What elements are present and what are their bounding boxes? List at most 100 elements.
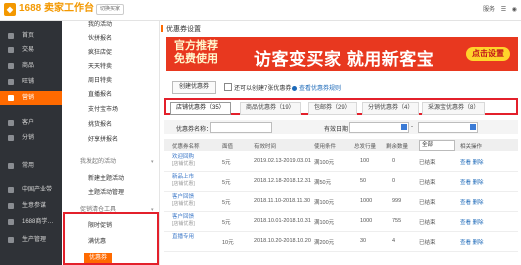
tab-coupon-type-0[interactable]: 店铺优惠券（35） bbox=[170, 102, 231, 115]
column-header: 总发行量 bbox=[354, 144, 377, 150]
nav-item-3[interactable]: shop-icon 旺铺 bbox=[0, 75, 62, 89]
calendar-icon[interactable] bbox=[401, 124, 407, 130]
nav-icon: advisor-icon bbox=[8, 203, 14, 209]
nav-item-label: 生意参谋 bbox=[22, 203, 47, 209]
sub-nav-item[interactable]: 新建主题活动 bbox=[88, 175, 124, 183]
promo-banner[interactable]: 官方推荐 免费使用 访客变买家 就用新客宝 点击设置 bbox=[166, 37, 518, 71]
nav-item-8[interactable]: industry-icon 中国产业带 bbox=[0, 183, 62, 197]
cell-remain: 0 bbox=[392, 178, 396, 184]
nav-icon: customer-icon bbox=[8, 120, 14, 126]
coupon-name-cell: 客户回馈 [店铺优惠] bbox=[172, 214, 195, 228]
create-coupon-button[interactable]: 创建优惠券 bbox=[172, 81, 217, 94]
sub-nav-item[interactable]: 天天特卖 bbox=[88, 63, 112, 71]
view-rules-label: 查看优惠券规则 bbox=[299, 86, 342, 92]
row-actions[interactable]: 查看 删除 bbox=[460, 238, 484, 246]
coupon-name-cell: 欢迎回购 [店铺优惠] bbox=[172, 154, 195, 168]
chevron-down-icon[interactable]: ▾ bbox=[151, 159, 154, 165]
service-link[interactable]: 服务 bbox=[483, 7, 495, 13]
row-actions[interactable]: 查看 删除 bbox=[460, 178, 484, 186]
user-icon[interactable]: ◉ bbox=[512, 7, 517, 13]
nav-item-7[interactable]: star-icon 常用 bbox=[0, 159, 62, 173]
sub-nav-item[interactable]: 挑货报名 bbox=[88, 121, 112, 129]
cell-time: 2018.10.01-2018.10.31 bbox=[254, 218, 311, 224]
nav-icon: industry-icon bbox=[8, 187, 14, 193]
nav-item-label: 常用 bbox=[22, 163, 35, 169]
remaining-quota: 还可以创建7张优惠券 bbox=[224, 83, 291, 92]
view-rules-link[interactable]: 查看优惠券规则 bbox=[292, 83, 341, 92]
cell-condition: 满200元 bbox=[314, 240, 335, 246]
date-to-input[interactable] bbox=[418, 122, 478, 133]
nav-item-1[interactable]: trade-icon 交易 bbox=[0, 43, 62, 57]
sub-nav-item[interactable]: 伙拼报名 bbox=[88, 35, 112, 43]
switch-buyer-button[interactable]: 切换买家 bbox=[96, 4, 125, 15]
nav-icon: distribution-icon bbox=[8, 135, 14, 141]
nav-item-11[interactable]: production-icon 生产管理 bbox=[0, 233, 62, 247]
nav-item-label: 交易 bbox=[22, 47, 35, 53]
cell-value: 10元 bbox=[222, 240, 234, 246]
coupon-name-cell: 新品上市 [店铺优惠] bbox=[172, 174, 195, 188]
sub-nav-item[interactable]: 支付宝市场 bbox=[88, 106, 118, 114]
sub-nav-item[interactable]: 疯狂店促 bbox=[88, 49, 112, 57]
nav-item-4[interactable]: marketing-icon 营销 bbox=[0, 91, 62, 105]
sub-nav-item[interactable]: 直播报名 bbox=[88, 91, 112, 99]
tab-coupon-type-2[interactable]: 包邮券（29） bbox=[308, 102, 357, 115]
nav-item-label: 1688商学… bbox=[22, 219, 54, 225]
nav-item-6[interactable]: distribution-icon 分销 bbox=[0, 131, 62, 145]
banner-headline: 访客变买家 就用新客宝 bbox=[254, 50, 435, 69]
cell-total: 30 bbox=[360, 238, 367, 244]
nav-item-0[interactable]: home-icon 首页 bbox=[0, 29, 62, 43]
status-filter-select[interactable]: 全部 bbox=[419, 140, 455, 151]
checkbox-icon[interactable] bbox=[224, 83, 232, 91]
logo-icon: ◆ bbox=[4, 3, 16, 16]
cell-value: 5元 bbox=[222, 200, 231, 206]
cell-remain: 4 bbox=[392, 238, 396, 244]
sub-nav-item[interactable]: 主题活动管理 bbox=[88, 189, 124, 197]
tab-coupon-type-1[interactable]: 商品优惠券（19） bbox=[240, 102, 301, 115]
cell-status: 已结束 bbox=[419, 200, 436, 206]
main-content: 优惠券设置 官方推荐 免费使用 访客变买家 就用新客宝 点击设置 创建优惠券 还… bbox=[160, 21, 521, 265]
cell-remain: 755 bbox=[392, 218, 402, 224]
menu-icon[interactable]: ☰ bbox=[501, 7, 506, 13]
column-header: 使用条件 bbox=[314, 144, 337, 150]
tab-coupon-type-4[interactable]: 采源宝优惠券（8） bbox=[422, 102, 486, 115]
nav-item-2[interactable]: goods-icon 商品 bbox=[0, 59, 62, 73]
sub-nav-item[interactable]: 好享拼报名 bbox=[88, 136, 118, 144]
coupon-tag: [店铺优惠] bbox=[172, 161, 195, 167]
nav-item-label: 商品 bbox=[22, 63, 35, 69]
banner-setup-button[interactable]: 点击设置 bbox=[466, 47, 510, 61]
table-row: 直播专用 10元 2018.10.20-2018.10.20 满200元 30 4 已结束 查… bbox=[164, 232, 518, 252]
nav-icon: trade-icon bbox=[8, 47, 14, 53]
coupon-name: 客户回馈 bbox=[172, 214, 195, 220]
nav-item-9[interactable]: advisor-icon 生意参谋 bbox=[0, 199, 62, 213]
cell-status: 已结束 bbox=[419, 160, 436, 166]
coupon-name: 直播专用 bbox=[172, 234, 195, 240]
sub-nav-item[interactable]: 我的活动 bbox=[88, 21, 112, 29]
nav-item-label: 分销 bbox=[22, 135, 35, 141]
top-bar: ◆ 1688 卖家工作台 切换买家 服务 ☰ ◉ bbox=[0, 0, 521, 21]
nav-icon: star-icon bbox=[8, 163, 14, 169]
cell-time: 2018.12.18-2018.12.31 bbox=[254, 178, 311, 184]
nav-item-10[interactable]: school-icon 1688商学… bbox=[0, 215, 62, 229]
row-actions[interactable]: 查看 删除 bbox=[460, 218, 484, 226]
page-title: 优惠券设置 bbox=[166, 26, 201, 33]
info-icon bbox=[292, 86, 297, 91]
coupon-name-input[interactable] bbox=[210, 122, 272, 133]
cell-total: 100 bbox=[360, 158, 370, 164]
sub-nav-group[interactable]: 我发起的活动 bbox=[80, 158, 116, 166]
column-header: 面值 bbox=[222, 144, 234, 150]
banner-badge-line2: 免费使用 bbox=[174, 53, 218, 65]
cell-status: 已结束 bbox=[419, 220, 436, 226]
coupon-name-cell: 客户回馈 [店铺优惠] bbox=[172, 194, 195, 208]
nav-item-5[interactable]: customer-icon 客户 bbox=[0, 116, 62, 130]
row-actions[interactable]: 查看 删除 bbox=[460, 158, 484, 166]
row-actions[interactable]: 查看 删除 bbox=[460, 198, 484, 206]
sub-nav-item[interactable]: 周日特卖 bbox=[88, 77, 112, 85]
calendar-icon[interactable] bbox=[470, 124, 476, 130]
nav-item-label: 营销 bbox=[22, 95, 35, 101]
cell-condition: 满100元 bbox=[314, 220, 335, 226]
tab-coupon-type-3[interactable]: 分销优惠券（4） bbox=[362, 102, 420, 115]
cell-condition: 满100元 bbox=[314, 200, 335, 206]
coupon-tag: [店铺优惠] bbox=[172, 181, 195, 187]
date-from-input[interactable] bbox=[349, 122, 409, 133]
top-right-tools: 服务 ☰ ◉ bbox=[479, 4, 517, 13]
